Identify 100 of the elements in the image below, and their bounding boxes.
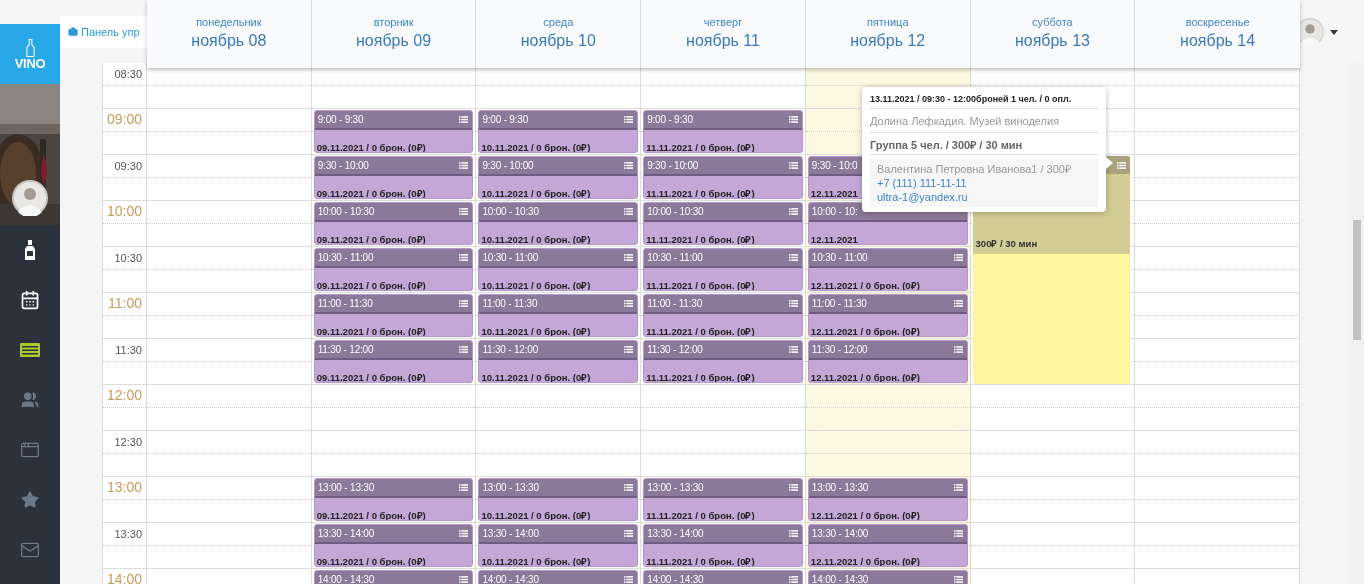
event-time: 11:30 - 12:00 [811,343,868,357]
time-label: 08:30 [114,67,142,82]
list-icon [20,343,40,357]
event-card[interactable]: 14:00 - 14:30 [807,570,968,584]
date: ноябрь 12 [850,31,926,51]
avatar[interactable] [12,180,48,216]
list-icon [624,484,634,491]
list-icon [459,346,469,353]
event-time: 10:30 - 11:00 [811,251,868,265]
event-time: 10:00 - 10:30 [647,205,704,219]
weekday: суббота [1032,15,1073,29]
list-icon [788,346,798,353]
time-label: 09:30 [114,159,142,174]
scrollbar-thumb[interactable] [1353,220,1361,340]
venue-text: Долина Лефкадия. Музей виноделия [870,115,1060,127]
list-icon [953,254,963,261]
day-header[interactable]: вторник ноябрь 09 [311,0,477,68]
list-icon [624,346,634,353]
mail-icon [20,540,40,560]
event-time: 14:00 - 14:30 [482,573,539,584]
logo-text: VINO [14,56,46,70]
day-header[interactable]: среда ноябрь 10 [476,0,642,68]
day-header[interactable]: понедельник ноябрь 08 [147,0,312,68]
date: ноябрь 10 [520,31,596,51]
event-time: 13:30 - 14:00 [647,527,704,541]
event-time: 13:00 - 13:30 [811,481,869,495]
list-icon [459,576,469,583]
window-icon [20,440,40,460]
event-card[interactable]: 14:00 - 14:30 [313,570,474,584]
popover-title: 13.11.2021 / 09:30 - 12:00броней 1 чел. / 0 опл. [870,94,1072,104]
event-time: 10:30 - 11:00 [317,251,374,265]
breadcrumb-text: Панель упр [81,24,140,40]
event-time: 9:30 - 10:00 [482,159,534,173]
time-label: 12:30 [114,435,142,450]
list-icon [624,576,634,583]
event-time: 11:30 - 12:00 [647,343,703,357]
event-time: 10:30 - 11:00 [482,251,538,265]
event-card[interactable]: 14:00 - 14:30 [478,570,639,584]
briefcase-icon [68,27,78,37]
list-icon [953,576,963,583]
time-label: 12:00 [106,386,142,405]
date: ноябрь 13 [1014,31,1090,51]
list-icon [788,576,798,583]
event-time: 14:00 - 14:30 [811,573,869,584]
weekday: пятница [866,15,909,29]
time-label: 10:00 [106,202,142,221]
date: ноябрь 11 [686,31,760,51]
time-label: 11:30 [115,343,142,358]
list-icon [459,530,469,537]
list-icon [459,254,469,261]
list-icon [624,300,634,307]
list-icon [788,162,798,169]
event-info: 12.11.2021 [810,188,858,198]
event-card[interactable]: 14:00 - 14:30 [643,570,803,584]
list-icon [788,254,798,261]
list-icon [953,300,963,307]
time-label: 09:00 [106,110,142,129]
list-icon [624,116,634,123]
event-time: 13:30 - 14:00 [317,527,375,541]
event-time: 9:00 - 9:30 [482,113,529,127]
caret-icon[interactable] [1330,29,1338,35]
bottle-icon [25,38,35,57]
event-time: 10:00 - 10: [811,205,858,219]
star-icon [21,491,39,509]
event-time: 14:00 - 14:30 [317,573,375,584]
list-icon [459,208,469,215]
time-label: 11:00 [108,294,142,313]
event-time: 11:30 - 12:00 [317,343,374,357]
event-time: 10:00 - 10:30 [317,205,375,219]
list-icon [788,484,798,491]
list-icon [788,208,798,215]
event-time: 13:30 - 14:00 [811,527,869,541]
time-label: 13:00 [106,478,142,497]
event-time: 9:30 - 10:0 [811,159,858,173]
time-label: 10:30 [114,251,142,266]
date: ноябрь 09 [356,31,432,51]
list-icon [788,300,798,307]
list-icon [459,116,469,123]
event-info: 12.11.2021 [810,234,858,244]
users-icon [21,391,39,409]
date: ноябрь 08 [191,31,267,51]
event-time: 14:00 - 14:30 [647,573,704,584]
list-icon [953,484,963,491]
weekday: вторник [373,15,414,29]
day-header[interactable]: воскресенье ноябрь 14 [1135,0,1300,68]
list-icon [624,530,634,537]
event-time: 13:00 - 13:30 [317,481,375,495]
day-header[interactable]: суббота ноябрь 13 [970,0,1136,68]
weekday: воскресенье [1185,15,1250,29]
list-icon [788,116,798,123]
day-header[interactable]: четверг ноябрь 11 [641,0,806,68]
weekday: среда [543,15,574,29]
day-header[interactable]: пятница ноябрь 12 [805,0,971,68]
event-info: 300₽ / 30 мин [974,236,1039,251]
event-time: 11:00 - 11:30 [647,297,702,311]
list-icon [953,530,963,537]
time-label: 14:00 [106,570,142,584]
weekday: понедельник [196,15,262,29]
list-icon [459,162,469,169]
list-icon [624,162,634,169]
